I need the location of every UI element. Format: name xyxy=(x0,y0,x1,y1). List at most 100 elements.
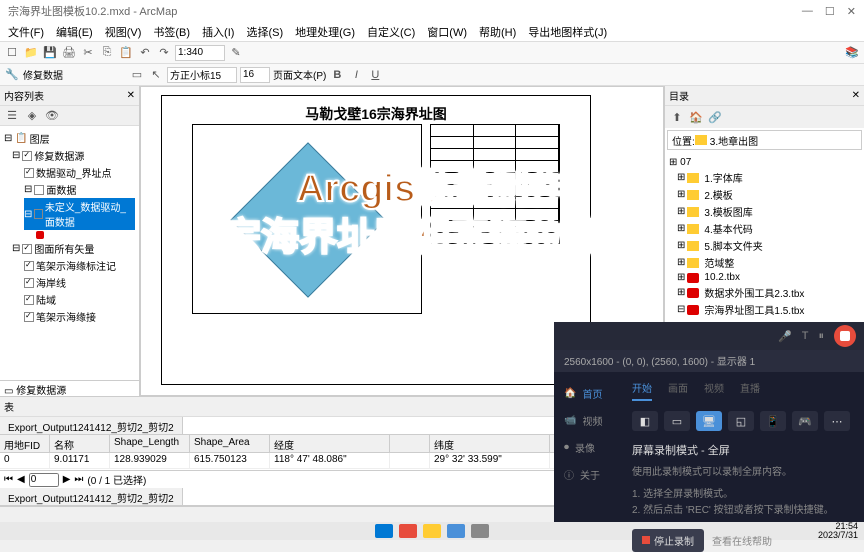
tree-item-1[interactable]: 数据驱动_界址点 xyxy=(24,164,135,181)
mode-more-icon[interactable]: ⋯ xyxy=(824,411,850,431)
tree-item-3-selected[interactable]: ⊟ 未定义_数据驱动_面数据 xyxy=(24,198,135,230)
layout-page[interactable]: 马勒戈壁16宗海界址图 xyxy=(161,95,591,385)
redo-icon[interactable]: ↷ xyxy=(156,45,172,61)
editor-icon[interactable]: ✎ xyxy=(228,45,244,61)
col-blank[interactable] xyxy=(390,435,430,452)
new-icon[interactable]: ☐ xyxy=(4,45,20,61)
font-input[interactable] xyxy=(167,67,237,83)
toc-tab[interactable]: ▭ 修复数据源 xyxy=(0,380,139,396)
menu-file[interactable]: 文件(F) xyxy=(4,22,48,42)
menu-edit[interactable]: 编辑(E) xyxy=(52,22,97,42)
menu-view[interactable]: 视图(V) xyxy=(101,22,146,42)
menu-select[interactable]: 选择(S) xyxy=(242,22,287,42)
map-dataframe[interactable] xyxy=(192,124,422,314)
save-icon[interactable]: 💾 xyxy=(42,45,58,61)
mode-fullscreen-icon[interactable]: 🖥 xyxy=(696,411,722,431)
tree-group-2[interactable]: ⊟ 图面所有矢量 xyxy=(12,240,135,257)
copy-icon[interactable]: ⎘ xyxy=(99,45,115,61)
list-by-source-icon[interactable]: ◈ xyxy=(24,108,40,124)
tree-layers[interactable]: ⊟ 📋 图层 xyxy=(4,130,135,147)
rec-side-video[interactable]: 📹 视频 xyxy=(554,407,624,434)
minimize-button[interactable]: — xyxy=(802,5,813,18)
text-icon[interactable]: T xyxy=(802,330,809,342)
paste-icon[interactable]: 📋 xyxy=(118,45,134,61)
col-name[interactable]: 名称 xyxy=(50,435,110,452)
pause-icon[interactable]: ⏸ xyxy=(819,330,825,343)
next-icon[interactable]: ▶ xyxy=(63,474,71,485)
col-fid[interactable]: 用地FID xyxy=(0,435,50,452)
home-icon[interactable]: 🏠 xyxy=(688,109,704,125)
menu-export[interactable]: 导出地图样式(J) xyxy=(524,22,611,42)
cat-folder-2[interactable]: ⊞ 2.模板 xyxy=(677,186,860,203)
rec-side-about[interactable]: ⓘ 关于 xyxy=(554,461,624,488)
help-link[interactable]: 查看在线帮助 xyxy=(712,533,772,548)
cat-folder-4[interactable]: ⊞ 4.基本代码 xyxy=(677,220,860,237)
record-button[interactable] xyxy=(834,325,856,347)
table-tab-1[interactable]: Export_Output1241412_剪切2_剪切2 xyxy=(0,417,183,434)
cat-folder-3[interactable]: ⊞ 3.模板图库 xyxy=(677,203,860,220)
rec-tab-start[interactable]: 开始 xyxy=(632,380,652,401)
rec-side-record[interactable]: ⏺ 录像 xyxy=(554,434,624,461)
table-bottom-tab[interactable]: Export_Output1241412_剪切2_剪切2 xyxy=(0,488,183,505)
start-icon[interactable] xyxy=(375,524,393,538)
pointer-icon[interactable]: ↖ xyxy=(148,67,164,83)
tree-symbol-1[interactable] xyxy=(36,230,135,240)
mode-window-icon[interactable]: ▭ xyxy=(664,411,690,431)
close-button[interactable]: ✕ xyxy=(847,5,856,18)
rec-side-home[interactable]: 🏠 首页 xyxy=(554,380,624,407)
bold-icon[interactable]: B xyxy=(329,67,345,83)
menu-bookmark[interactable]: 书签(B) xyxy=(149,22,194,42)
catalog-path[interactable]: 位置: 3.地章出图 xyxy=(667,130,862,150)
record-input[interactable] xyxy=(29,473,59,487)
select-icon[interactable]: ▭ xyxy=(129,67,145,83)
mic-icon[interactable]: 🎤 xyxy=(778,330,792,343)
col-length[interactable]: Shape_Length xyxy=(110,435,190,452)
first-icon[interactable]: ⏮ xyxy=(4,474,13,485)
maximize-button[interactable]: ☐ xyxy=(825,5,835,18)
col-lon[interactable]: 经度 xyxy=(270,435,390,452)
menu-geoprocess[interactable]: 地理处理(G) xyxy=(291,22,359,42)
tree-sub-3[interactable]: 陆域 xyxy=(24,291,135,308)
cat-tbx-1[interactable]: ⊞ 10.2.tbx xyxy=(677,271,860,284)
page-text-dropdown[interactable]: 页面文本(P) xyxy=(273,67,326,82)
catalog-close-icon[interactable]: ✕ xyxy=(852,90,860,101)
toc-close-icon[interactable]: ✕ xyxy=(127,90,135,101)
cat-folder-5[interactable]: ⊞ 5.脚本文件夹 xyxy=(677,237,860,254)
tree-item-2[interactable]: ⊟ 面数据 xyxy=(24,181,135,198)
print-icon[interactable]: 🖨 xyxy=(61,45,77,61)
rec-tab-3[interactable]: 视频 xyxy=(704,380,724,401)
cat-item[interactable]: ⊞ 07 xyxy=(669,156,860,169)
tree-repair[interactable]: ⊟ 修复数据源 xyxy=(12,147,135,164)
italic-icon[interactable]: I xyxy=(348,67,364,83)
mode-game-icon[interactable]: 🎮 xyxy=(792,411,818,431)
mode-around-icon[interactable]: ◱ xyxy=(728,411,754,431)
tree-sub-2[interactable]: 海岸线 xyxy=(24,274,135,291)
menu-window[interactable]: 窗口(W) xyxy=(423,22,471,42)
menu-custom[interactable]: 自定义(C) xyxy=(363,22,419,42)
cat-folder-6[interactable]: ⊞ 范域整 xyxy=(677,254,860,271)
task-app-2[interactable] xyxy=(423,524,441,538)
mode-region-icon[interactable]: ◧ xyxy=(632,411,658,431)
col-area[interactable]: Shape_Area xyxy=(190,435,270,452)
col-lat[interactable]: 纬度 xyxy=(430,435,550,452)
menu-help[interactable]: 帮助(H) xyxy=(475,22,520,42)
cut-icon[interactable]: ✂ xyxy=(80,45,96,61)
list-by-visibility-icon[interactable]: 👁 xyxy=(44,108,60,124)
underline-icon[interactable]: U xyxy=(367,67,383,83)
rec-tab-4[interactable]: 直播 xyxy=(740,380,760,401)
undo-icon[interactable]: ↶ xyxy=(137,45,153,61)
mode-device-icon[interactable]: 📱 xyxy=(760,411,786,431)
task-app-4[interactable] xyxy=(471,524,489,538)
cat-tbx-2[interactable]: ⊞ 数据求外围工具2.3.tbx xyxy=(677,284,860,301)
connect-icon[interactable]: 🔗 xyxy=(707,109,723,125)
stop-record-button[interactable]: 停止录制 xyxy=(632,529,704,552)
tree-sub-4[interactable]: 笔架示海缘接 xyxy=(24,308,135,325)
task-app-1[interactable] xyxy=(399,524,417,538)
cat-folder-1[interactable]: ⊞ 1.字体库 xyxy=(677,169,860,186)
last-icon[interactable]: ⏭ xyxy=(74,474,83,485)
list-by-drawing-icon[interactable]: ☰ xyxy=(4,108,20,124)
tree-sub-1[interactable]: 笔架示海缘标注记 xyxy=(24,257,135,274)
task-app-3[interactable] xyxy=(447,524,465,538)
up-folder-icon[interactable]: ⬆ xyxy=(669,109,685,125)
open-icon[interactable]: 📁 xyxy=(23,45,39,61)
